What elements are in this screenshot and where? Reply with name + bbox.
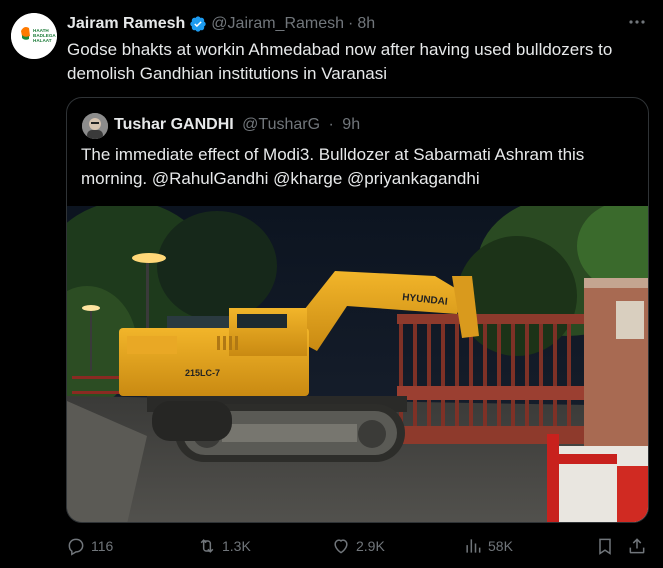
like-button[interactable]: 2.9K (331, 536, 385, 556)
quoted-author-avatar[interactable] (82, 113, 108, 139)
machine-model-text: 215LC-7 (185, 368, 220, 378)
bookmark-button[interactable] (595, 536, 620, 556)
repost-button[interactable]: 1.3K (197, 536, 251, 556)
share-button[interactable] (627, 536, 652, 556)
quoted-author-handle[interactable]: @TusharG (242, 116, 320, 133)
repost-icon (200, 539, 214, 553)
reply-button[interactable]: 116 (66, 536, 113, 556)
congress-logo: HAATH BADLEGA HALAAT (11, 13, 57, 59)
tweet-text: Godse bhakts at workin Ahmedabad now aft… (67, 40, 613, 83)
repost-count: 1.3K (222, 538, 251, 554)
heart-icon (334, 539, 348, 554)
author-handle[interactable]: @Jairam_Ramesh (211, 14, 344, 34)
views-count: 58K (488, 538, 513, 554)
more-icon[interactable] (627, 12, 647, 37)
author-avatar[interactable]: HAATH BADLEGA HALAAT (11, 13, 57, 59)
svg-text:HALAAT: HALAAT (33, 38, 52, 43)
action-bar: 116 1.3K 2.9K 58K (0, 536, 663, 560)
separator-dot: · (328, 116, 334, 133)
reply-icon (68, 538, 84, 556)
tweet-header: Jairam Ramesh @Jairam_Ramesh · 8h (67, 14, 375, 34)
quoted-tweet-card[interactable]: Tushar GANDHI @TusharG · 9h The immediat… (66, 97, 649, 523)
views-chart-icon (466, 539, 481, 553)
verified-badge-icon[interactable] (189, 15, 207, 33)
separator-dot: · (348, 15, 354, 32)
author-name[interactable]: Jairam Ramesh (67, 14, 185, 34)
quoted-tweet-header: Tushar GANDHI @TusharG · 9h (114, 115, 360, 135)
quoted-tweet-time: 9h (342, 116, 361, 133)
reply-count: 116 (91, 538, 114, 554)
tweet-time[interactable]: 8h (357, 14, 375, 34)
views-button[interactable]: 58K (463, 536, 513, 556)
bookmark-icon (599, 538, 611, 555)
share-icon (629, 538, 645, 554)
tweet-photo[interactable]: HYUNDAI 215LC-7 (67, 196, 648, 522)
quoted-author-name[interactable]: Tushar GANDHI (114, 116, 234, 133)
like-count: 2.9K (356, 538, 385, 554)
quoted-tweet-text: The immediate effect of Modi3. Bulldozer… (81, 145, 585, 188)
